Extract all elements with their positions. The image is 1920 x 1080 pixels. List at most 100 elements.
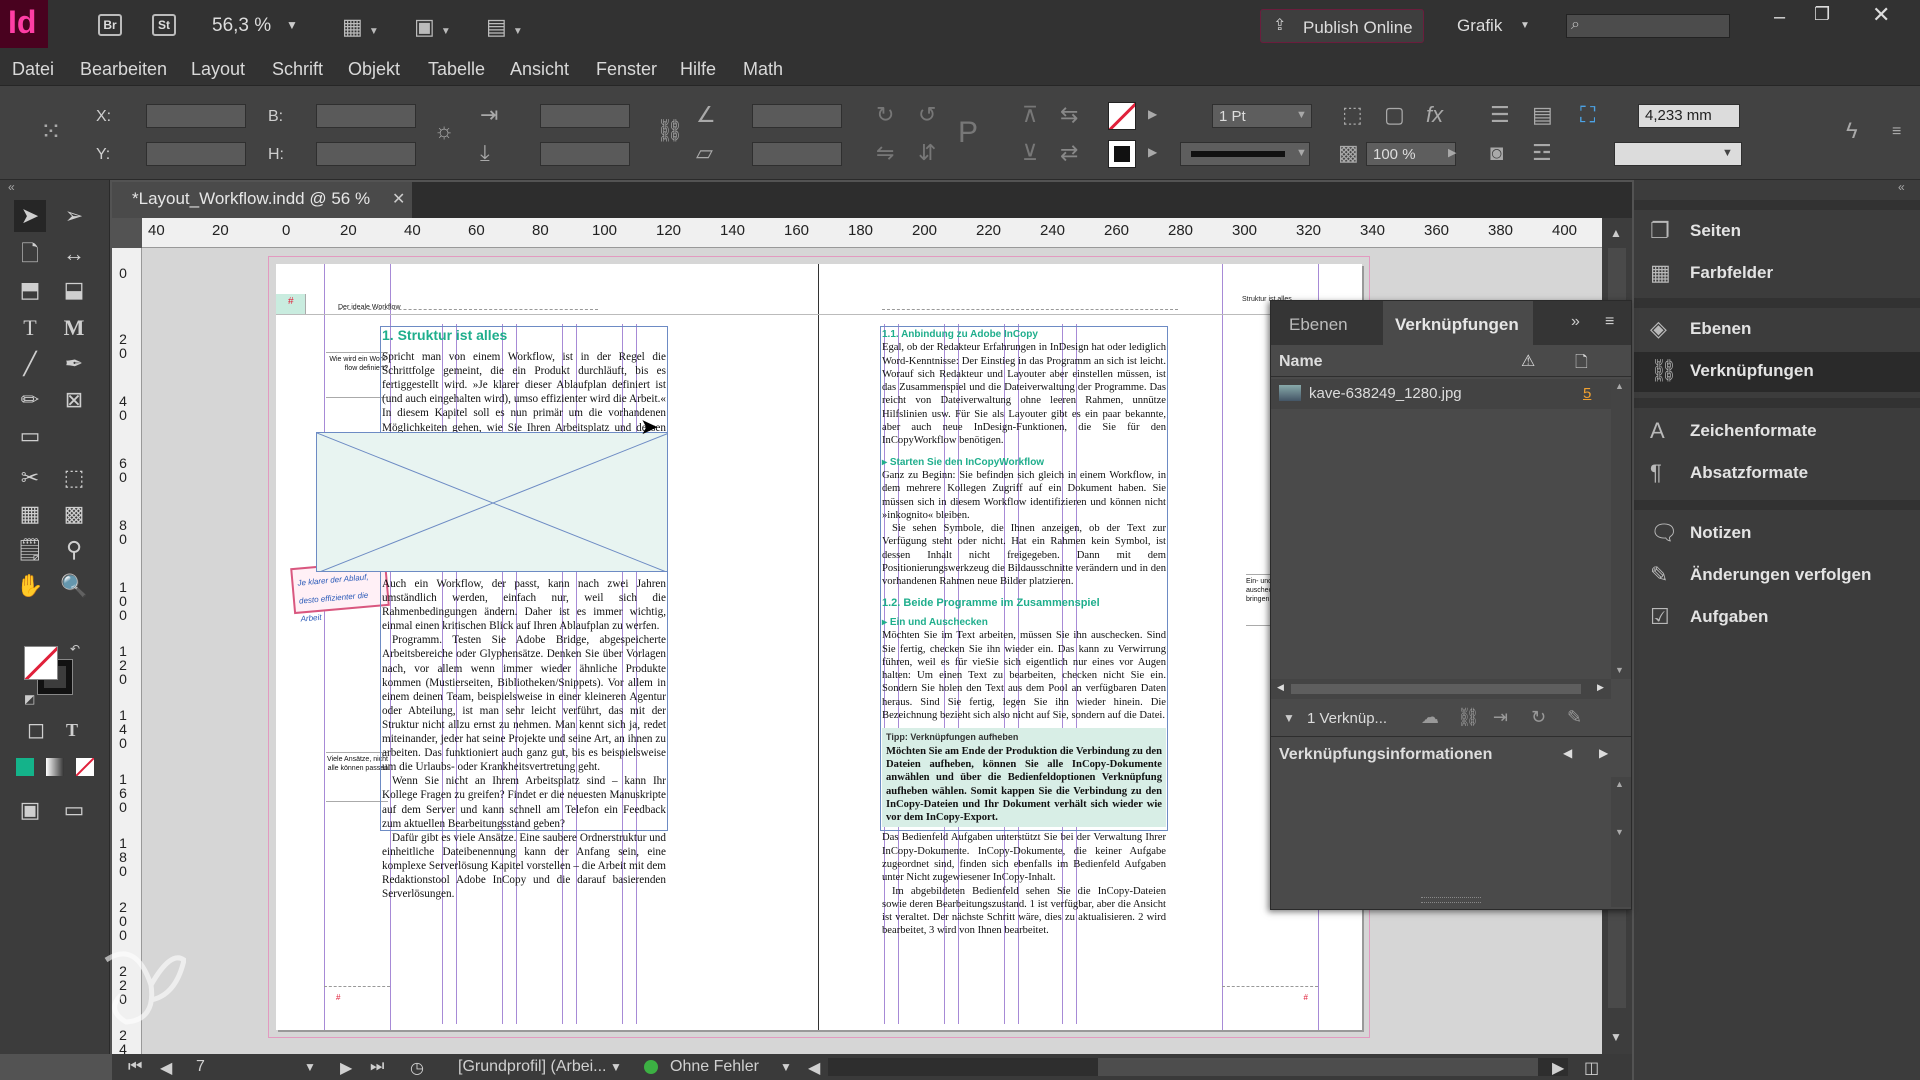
page-spread[interactable]: # Der ideale Workflow Struktur ist alles… [276, 264, 1362, 1030]
hscroll-right-icon[interactable]: ▶ [1552, 1058, 1564, 1078]
document-tab[interactable]: *Layout_Workflow.indd @ 56 % ✕ [112, 182, 412, 218]
horizontal-ruler[interactable]: 40 20 0 20 40 60 80 100 120 140 160 180 … [142, 218, 1602, 248]
view-options-icon[interactable]: ▦ ▼ [342, 14, 379, 40]
note-tool-icon[interactable]: 🗒 [14, 534, 46, 566]
default-fill-stroke-icon[interactable]: ◩ [24, 692, 35, 706]
close-icon[interactable]: ✕ [1872, 2, 1890, 28]
scroll-down-icon[interactable]: ▼ [1610, 1030, 1622, 1044]
normal-view-icon[interactable]: ▣ [14, 794, 46, 826]
image-frame[interactable] [316, 432, 668, 572]
shear-angle-icon[interactable]: ▱ [696, 142, 713, 164]
select-next-icon[interactable]: ⇄ [1060, 142, 1078, 164]
panel-links[interactable]: ⛓ Verknüpfungen [1634, 352, 1920, 392]
formatting-container-icon[interactable]: ◻ [20, 714, 52, 746]
y-field[interactable] [146, 142, 246, 166]
free-transform-tool-icon[interactable]: ⬚ [58, 462, 90, 494]
name-column-header[interactable]: Name [1279, 353, 1323, 371]
menu-ansicht[interactable]: Ansicht [510, 59, 569, 80]
stock-button[interactable]: St [152, 14, 176, 36]
rotate-field[interactable] [752, 104, 842, 128]
rotate-angle-icon[interactable]: ∠ [696, 104, 716, 126]
select-content-icon[interactable]: ⊻ [1022, 142, 1038, 164]
gradient-tool-icon[interactable]: ▦ [14, 498, 46, 530]
close-tab-icon[interactable]: ✕ [392, 189, 405, 209]
apply-color-icon[interactable] [16, 758, 34, 776]
panel-swatches[interactable]: ▦ Farbfelder [1634, 254, 1920, 294]
constrain-proportions-icon[interactable]: ☼ [434, 120, 454, 142]
panel-paragraph-styles[interactable]: ¶ Absatzformate [1634, 454, 1920, 494]
next-page-icon[interactable]: ▶ [340, 1058, 352, 1078]
selection-tool-icon[interactable]: ➤ [14, 200, 46, 232]
panel-pages[interactable]: ❐ Seiten [1634, 212, 1920, 252]
tab-links[interactable]: Verknüpfungen [1383, 301, 1533, 345]
relink-icon[interactable]: ⛓ [1457, 707, 1480, 728]
link-info-scrollbar[interactable]: ▲ ▼ [1611, 777, 1631, 907]
link-page-number[interactable]: 5 [1583, 385, 1591, 402]
shear-field[interactable] [752, 142, 842, 166]
menu-layout[interactable]: Layout [191, 59, 245, 80]
vertical-ruler[interactable]: 0 2 0 4 0 6 0 8 0 1 0 0 1 2 0 1 4 0 1 6 … [112, 248, 142, 1056]
align-center-icon[interactable]: ☲ [1532, 142, 1552, 164]
next-link-icon[interactable]: ▶ [1599, 746, 1608, 760]
last-page-icon[interactable]: ⏭ [370, 1058, 384, 1076]
links-hscrollbar[interactable]: ◀ ▶ [1271, 679, 1611, 699]
size-field[interactable]: 4,233 mm [1638, 104, 1740, 128]
rotate-cw-icon[interactable]: ↻ [876, 104, 894, 126]
preflight-profile[interactable]: [Grundprofil] (Arbei... [458, 1058, 607, 1076]
control-menu-icon[interactable]: ≡ [1892, 124, 1901, 140]
screen-mode-icon[interactable]: ▣ ▼ [414, 14, 451, 40]
text-wrap-around-icon[interactable]: ▤ [1532, 104, 1553, 126]
menu-objekt[interactable]: Objekt [348, 59, 400, 80]
panel-assignments[interactable]: ☑ Aufgaben [1634, 598, 1920, 638]
link-scale-icon[interactable]: ⛓ [656, 120, 684, 142]
x-field[interactable] [146, 104, 246, 128]
panel-layers[interactable]: ◈ Ebenen [1634, 310, 1920, 350]
select-container-icon[interactable]: ⊼ [1022, 104, 1038, 126]
panel-menu-icon[interactable]: ≡ [1605, 313, 1614, 331]
type-tool-icon[interactable]: T [14, 312, 46, 344]
screen-mode-tool-icon[interactable]: ▭ [58, 794, 90, 826]
scale-x-icon[interactable]: ⇥ [480, 104, 498, 126]
stroke-dropdown-icon[interactable]: ▶ [1148, 146, 1157, 158]
line-tool-icon[interactable]: ╱ [14, 348, 46, 380]
menu-math[interactable]: Math [743, 59, 783, 80]
flip-v-icon[interactable]: ⇵ [918, 142, 936, 164]
collapse-tools-icon[interactable]: « [8, 180, 15, 194]
rectangle-frame-tool-icon[interactable]: ⊠ [58, 384, 90, 416]
swap-fill-stroke-icon[interactable]: ↶ [70, 642, 80, 656]
stroke-type-field[interactable] [1180, 142, 1310, 166]
minimize-icon[interactable]: – [1774, 6, 1785, 29]
panel-track-changes[interactable]: ✎ Änderungen verfolgen [1634, 556, 1920, 596]
page-number-field[interactable]: 7 [196, 1058, 205, 1076]
split-window-icon[interactable]: ◫ [1584, 1058, 1599, 1078]
object-style-dropdown-icon[interactable]: ▼ [1722, 148, 1733, 159]
text-wrap-icon[interactable]: ☰ [1490, 104, 1510, 126]
search-input[interactable]: ⌕ [1566, 14, 1730, 38]
gap-tool-icon[interactable]: ↔ [58, 238, 90, 270]
page-tool-icon[interactable]: 🗋 [14, 238, 46, 270]
hscroll-thumb[interactable] [1098, 1058, 1538, 1076]
width-field[interactable] [316, 104, 416, 128]
scissors-tool-icon[interactable]: ✂ [14, 462, 46, 494]
drop-shadow-icon[interactable]: ▢ [1384, 104, 1405, 126]
menu-datei[interactable]: Datei [12, 59, 54, 80]
preflight-status[interactable]: Ohne Fehler [670, 1058, 759, 1076]
pencil-tool-icon[interactable]: ✏ [14, 384, 46, 416]
menu-bearbeiten[interactable]: Bearbeiten [80, 59, 167, 80]
links-list-scrollbar[interactable]: ▲ ▼ [1611, 379, 1631, 679]
cc-libraries-icon[interactable]: ☁ [1421, 707, 1439, 728]
gradient-feather-tool-icon[interactable]: ▩ [58, 498, 90, 530]
menu-hilfe[interactable]: Hilfe [680, 59, 716, 80]
page-column-icon[interactable]: 🗋 [1575, 351, 1588, 378]
menu-schrift[interactable]: Schrift [272, 59, 323, 80]
zoom-level[interactable]: 56,3 % [212, 15, 271, 37]
edit-original-icon[interactable]: ✎ [1567, 707, 1582, 728]
apply-gradient-icon[interactable] [46, 758, 64, 776]
panel-character-styles[interactable]: A Zeichenformate [1634, 412, 1920, 452]
profile-dropdown-icon[interactable]: ▼ [610, 1060, 622, 1074]
scale-y-field[interactable] [540, 142, 630, 166]
fill-dropdown-icon[interactable]: ▶ [1148, 108, 1157, 120]
menu-fenster[interactable]: Fenster [596, 59, 657, 80]
page-dropdown-icon[interactable]: ▼ [304, 1060, 316, 1074]
publish-online-button[interactable]: ⇪ Publish Online [1260, 9, 1424, 43]
